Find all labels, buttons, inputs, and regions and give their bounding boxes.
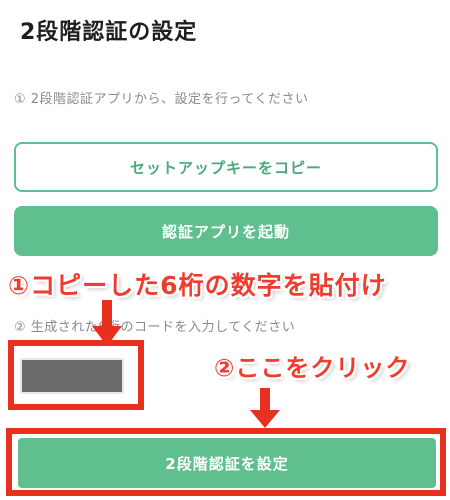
step1-instruction: ① 2段階認証アプリから、設定を行ってください <box>14 92 309 107</box>
launch-auth-app-button[interactable]: 認証アプリを起動 <box>14 206 438 256</box>
page-title: 2段階認証の設定 <box>20 20 198 45</box>
copy-setup-key-button[interactable]: セットアップキーをコピー <box>14 142 438 192</box>
set-two-factor-button[interactable]: 2段階認証を設定 <box>18 438 436 488</box>
step2-instruction: ② 生成された6桁のコードを入力してください <box>14 320 296 335</box>
arrow-down-icon <box>250 388 280 428</box>
paste-instruction-annotation: ①コピーした6桁の数字を貼付け <box>8 271 387 300</box>
code-input-field[interactable] <box>20 358 124 394</box>
click-instruction-annotation: ②ここをクリック <box>214 354 411 382</box>
arrow-down-icon <box>92 300 122 346</box>
